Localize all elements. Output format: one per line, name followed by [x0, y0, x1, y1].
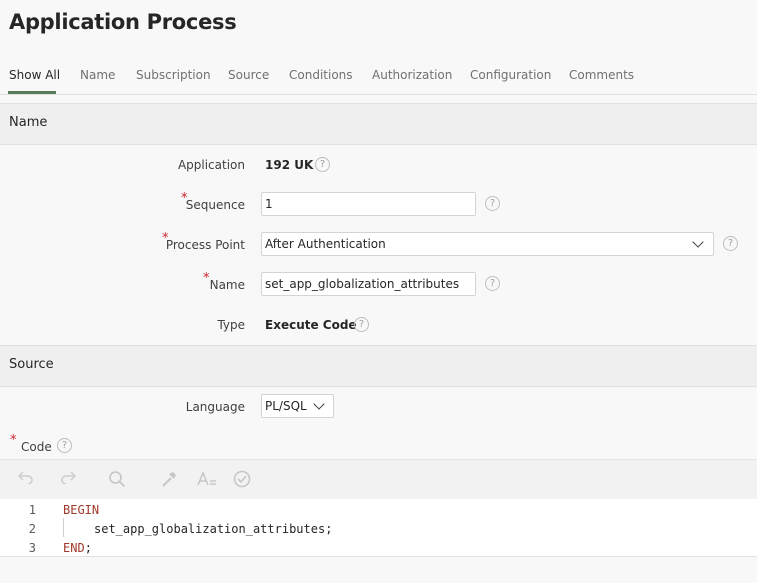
name-field[interactable]: set_app_globalization_attributes [261, 272, 476, 296]
language-value: PL/SQL [265, 399, 307, 413]
name-value: set_app_globalization_attributes [265, 277, 460, 291]
tab-configuration[interactable]: Configuration [470, 68, 551, 82]
hammer-icon[interactable] [160, 470, 178, 492]
code-keyword-begin: BEGIN [63, 503, 100, 517]
code-line-3: END; [63, 541, 92, 555]
tab-bar: Show All Name Subscription Source Condit… [0, 58, 757, 95]
active-tab-indicator [8, 91, 56, 94]
redo-icon[interactable] [60, 470, 77, 488]
sequence-value: 1 [265, 197, 273, 211]
name-section-title: Name [9, 115, 48, 130]
application-value: 192 UK [265, 158, 314, 172]
type-help-icon[interactable]: ? [354, 317, 369, 332]
process-point-help-icon[interactable]: ? [723, 236, 738, 251]
tab-conditions[interactable]: Conditions [289, 68, 353, 82]
source-section-title: Source [9, 357, 54, 372]
code-keyword-end: END [63, 541, 85, 555]
process-point-value: After Authentication [265, 237, 386, 251]
page-title: Application Process [9, 10, 237, 34]
tab-subscription[interactable]: Subscription [136, 68, 211, 82]
tab-authorization[interactable]: Authorization [372, 68, 452, 82]
language-label: Language [185, 400, 245, 414]
process-point-label: Process Point [165, 238, 245, 252]
line-number: 2 [28, 522, 36, 536]
undo-icon[interactable] [17, 470, 34, 488]
name-help-icon[interactable]: ? [485, 276, 500, 291]
type-label: Type [217, 318, 245, 332]
text-style-icon[interactable] [196, 470, 218, 492]
name-label: Name [209, 278, 245, 292]
indent-guide [63, 518, 64, 537]
process-point-select[interactable]: After Authentication [261, 232, 714, 256]
sequence-field[interactable]: 1 [261, 192, 476, 216]
chevron-down-icon [313, 398, 325, 410]
line-number: 3 [28, 541, 36, 555]
code-required-marker: * [10, 433, 17, 448]
sequence-help-icon[interactable]: ? [485, 196, 500, 211]
language-select[interactable]: PL/SQL [261, 394, 334, 418]
sequence-label: Sequence [185, 198, 245, 212]
tab-name[interactable]: Name [80, 68, 115, 82]
code-editor[interactable]: 1 2 3 BEGIN set_app_globalization_attrib… [0, 499, 757, 557]
source-section-header: Source [0, 345, 757, 387]
code-editor-toolbar [0, 459, 757, 500]
tab-comments[interactable]: Comments [569, 68, 634, 82]
search-icon[interactable] [108, 470, 126, 492]
code-statement: set_app_globalization_attributes; [94, 522, 333, 536]
tab-show-all[interactable]: Show All [9, 68, 60, 82]
application-label: Application [177, 158, 245, 172]
validate-icon[interactable] [233, 470, 251, 492]
code-help-icon[interactable]: ? [57, 438, 72, 453]
application-help-icon[interactable]: ? [315, 157, 330, 172]
chevron-down-icon [692, 236, 704, 248]
name-required-marker: * [203, 271, 210, 286]
line-number: 1 [28, 503, 36, 517]
code-semicolon: ; [84, 541, 92, 555]
name-section-header: Name [0, 103, 757, 145]
tab-source[interactable]: Source [228, 68, 269, 82]
type-value: Execute Code [265, 318, 357, 332]
code-label: Code [21, 440, 52, 454]
